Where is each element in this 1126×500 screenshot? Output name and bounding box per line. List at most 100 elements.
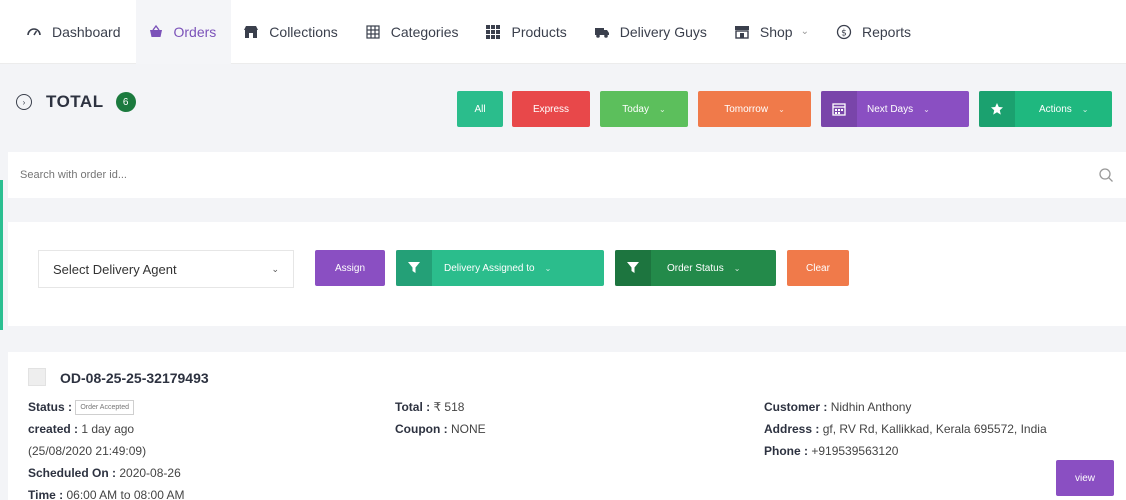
order-details-column: Status : Order Accepted created : 1 day … <box>28 396 185 500</box>
chevron-right-circle-icon[interactable]: › <box>16 94 32 110</box>
delivery-agent-select-value: Select Delivery Agent <box>53 261 177 277</box>
filter-icon <box>396 250 432 286</box>
order-time-line: Time : 06:00 AM to 08:00 AM <box>28 484 185 500</box>
nav-products[interactable]: Products <box>473 0 581 64</box>
calendar-icon <box>821 91 857 127</box>
delivery-agent-select[interactable]: Select Delivery Agent ⌄ <box>38 250 294 288</box>
customer-value: Nidhin Anthony <box>830 400 912 414</box>
clear-button[interactable]: Clear <box>787 250 849 286</box>
total-amount-value: ₹ 518 <box>433 400 465 414</box>
filter-all-button[interactable]: All <box>457 91 503 127</box>
nav-categories-label: Categories <box>390 23 459 40</box>
order-status-filter-button[interactable]: Order Status ⌄ <box>615 250 776 286</box>
order-coupon-line: Coupon : NONE <box>395 418 486 440</box>
total-header: › TOTAL 6 <box>16 92 136 112</box>
order-payment-column: Total : ₹ 518 Coupon : NONE <box>395 396 486 440</box>
coupon-label: Coupon : <box>395 422 448 436</box>
status-badge: Order Accepted <box>75 400 134 416</box>
filter-next-days-button[interactable]: Next Days ⌄ <box>821 91 969 127</box>
delivery-assigned-filter-button[interactable]: Delivery Assigned to ⌄ <box>396 250 604 286</box>
search-icon[interactable] <box>1098 167 1114 183</box>
address-value: gf, RV Rd, Kallikkad, Kerala 695572, Ind… <box>822 422 1047 436</box>
chevron-down-icon: ⌄ <box>544 263 552 273</box>
status-label: Status : <box>28 400 73 414</box>
assign-label: Assign <box>334 262 365 274</box>
assign-button[interactable]: Assign <box>315 250 385 286</box>
star-icon <box>979 91 1015 127</box>
nav-dashboard[interactable]: Dashboard <box>14 0 136 64</box>
dollar-circle-icon: $ <box>836 24 852 40</box>
time-label: Time : <box>28 488 64 500</box>
scheduled-label: Scheduled On : <box>28 466 117 480</box>
total-label: TOTAL <box>46 92 104 111</box>
truck-icon <box>594 24 610 40</box>
actions-button[interactable]: Actions ⌄ <box>979 91 1112 127</box>
created-label: created : <box>28 422 79 436</box>
chevron-down-icon: ⌄ <box>271 263 279 274</box>
order-created-line: created : 1 day ago <box>28 418 185 440</box>
nav-products-label: Products <box>511 23 567 40</box>
nav-collections-label: Collections <box>269 23 338 40</box>
top-navbar: Dashboard Orders Collections Categories … <box>0 0 1126 64</box>
nav-categories[interactable]: Categories <box>353 0 474 64</box>
grid-icon <box>365 24 381 40</box>
filter-next-days-label: Next Days <box>867 103 914 115</box>
order-status-line: Status : Order Accepted <box>28 396 185 418</box>
nav-orders[interactable]: Orders <box>135 0 232 64</box>
nav-dashboard-label: Dashboard <box>52 23 121 40</box>
clear-label: Clear <box>806 262 830 274</box>
chevron-down-icon: ⌄ <box>778 104 785 114</box>
phone-label: Phone : <box>764 444 808 458</box>
nav-shop[interactable]: Shop ⌄ <box>722 0 824 64</box>
order-card: OD-08-25-25-32179493 Status : Order Acce… <box>8 352 1126 500</box>
scheduled-value: 2020-08-26 <box>119 466 181 480</box>
side-accent <box>0 180 3 330</box>
phone-line: Phone : +919539563120 <box>764 440 1047 462</box>
address-line: Address : gf, RV Rd, Kallikkad, Kerala 6… <box>764 418 1047 440</box>
chevron-down-icon: ⌄ <box>733 263 741 273</box>
nav-orders-label: Orders <box>173 23 217 40</box>
nav-delivery-guys[interactable]: Delivery Guys <box>582 0 722 64</box>
nav-reports[interactable]: $ Reports <box>824 0 926 64</box>
delivery-filter-panel: Select Delivery Agent ⌄ Assign Delivery … <box>8 222 1126 326</box>
view-order-label: view <box>1074 472 1095 484</box>
time-value: 06:00 AM to 08:00 AM <box>66 488 185 500</box>
filter-today-label: Today <box>622 103 649 115</box>
phone-value: +919539563120 <box>811 444 899 458</box>
chevron-down-icon: ⌄ <box>800 26 809 37</box>
filter-today-button[interactable]: Today ⌄ <box>600 91 688 127</box>
nav-collections[interactable]: Collections <box>231 0 352 64</box>
order-scheduled-line: Scheduled On : 2020-08-26 <box>28 462 185 484</box>
dashboard-gauge-icon <box>26 24 42 40</box>
nav-shop-label: Shop <box>759 23 793 40</box>
basket-icon <box>148 24 164 40</box>
order-customer-column: Customer : Nidhin Anthony Address : gf, … <box>764 396 1047 462</box>
chevron-down-icon: ⌄ <box>923 104 930 114</box>
store-icon <box>243 24 259 40</box>
address-label: Address : <box>764 422 820 436</box>
order-id: OD-08-25-25-32179493 <box>60 370 209 386</box>
view-order-button[interactable]: view <box>1056 460 1114 496</box>
total-amount-label: Total : <box>395 400 431 414</box>
order-checkbox[interactable] <box>28 368 46 386</box>
delivery-assigned-label: Delivery Assigned to <box>444 262 535 274</box>
filter-express-label: Express <box>532 103 570 115</box>
coupon-value: NONE <box>451 422 486 436</box>
customer-label: Customer : <box>764 400 828 414</box>
nav-reports-label: Reports <box>861 23 911 40</box>
actions-label: Actions <box>1039 103 1072 115</box>
svg-text:$: $ <box>841 28 847 38</box>
order-search-input[interactable] <box>20 169 1098 181</box>
filter-tomorrow-button[interactable]: Tomorrow ⌄ <box>698 91 811 127</box>
filter-express-button[interactable]: Express <box>512 91 590 127</box>
shop-icon <box>734 24 750 40</box>
filter-all-label: All <box>474 103 486 115</box>
order-total-line: Total : ₹ 518 <box>395 396 486 418</box>
chevron-down-icon: ⌄ <box>1081 104 1089 114</box>
order-created-datetime: (25/08/2020 21:49:09) <box>28 444 147 458</box>
customer-line: Customer : Nidhin Anthony <box>764 396 1047 418</box>
grid-dots-icon <box>485 24 501 40</box>
nav-delivery-guys-label: Delivery Guys <box>619 23 707 40</box>
filter-icon <box>615 250 651 286</box>
total-count-badge: 6 <box>115 92 136 112</box>
